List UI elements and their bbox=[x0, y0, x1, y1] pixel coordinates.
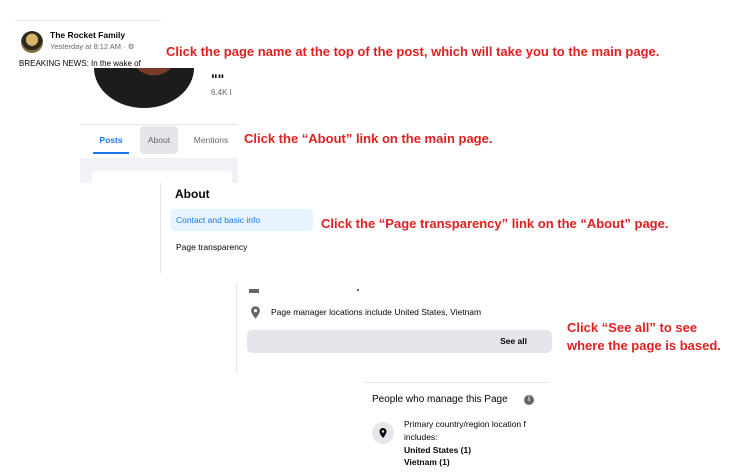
instruction-step-3-text: Click the “Page transparency” link on th… bbox=[321, 216, 669, 231]
instruction-step-2-text: Click the “About” link on the main page. bbox=[244, 131, 493, 146]
main-page-panel: "" 6.4K I Posts About Mentions bbox=[80, 68, 238, 183]
sidebar-item-page-transparency[interactable]: Page transparency bbox=[176, 242, 247, 252]
timestamp-text: Yesterday at 8:12 AM · bbox=[50, 42, 128, 51]
tab-posts[interactable]: Posts bbox=[93, 126, 129, 154]
page-name-link[interactable]: The Rocket Family bbox=[50, 30, 125, 40]
page-avatar[interactable] bbox=[21, 31, 43, 53]
about-sidebar-panel: About Contact and basic info Page transp… bbox=[160, 183, 317, 273]
globe-icon: ⚙ bbox=[127, 42, 135, 51]
primary-location-label: Primary country/region location f bbox=[404, 419, 526, 429]
instruction-step-1: Click the page name at the top of the po… bbox=[166, 44, 659, 59]
location-pin-icon bbox=[379, 428, 387, 438]
transparency-panel: Page manager locations include United St… bbox=[236, 283, 552, 373]
intro-card bbox=[92, 171, 232, 183]
partial-icon bbox=[249, 289, 259, 293]
managers-panel: People who manage this Page i Primary co… bbox=[364, 382, 549, 475]
instruction-step-2: Click the “About” link on the main page. bbox=[244, 131, 492, 146]
follower-count: 6.4K I bbox=[211, 88, 232, 97]
managers-heading: People who manage this Page bbox=[372, 394, 508, 405]
instruction-step-4: Click “See all” to see where the page is… bbox=[567, 319, 721, 355]
instruction-step-4-line-1: Click “See all” to see bbox=[567, 320, 698, 335]
info-icon[interactable]: i bbox=[524, 395, 534, 405]
manager-locations-text: Page manager locations include United St… bbox=[271, 307, 482, 317]
includes-label: includes: bbox=[404, 432, 438, 442]
post-snippet: BREAKING NEWS: In the wake of bbox=[19, 59, 141, 68]
location-united-states: United States (1) bbox=[404, 445, 472, 455]
sidebar-item-contact-info[interactable]: Contact and basic info bbox=[171, 209, 313, 231]
profile-picture[interactable] bbox=[94, 68, 194, 108]
divider bbox=[80, 124, 238, 125]
tab-mentions[interactable]: Mentions bbox=[186, 126, 236, 154]
instruction-step-1-text: Click the page name at the top of the po… bbox=[166, 44, 660, 59]
post-timestamp: Yesterday at 8:12 AM · ⚙ bbox=[50, 42, 134, 51]
instruction-step-4-line-2: where the page is based. bbox=[567, 338, 721, 353]
partial-text bbox=[357, 289, 359, 291]
location-pin-icon bbox=[251, 306, 260, 319]
instruction-step-3: Click the “Page transparency” link on th… bbox=[321, 216, 668, 231]
about-heading: About bbox=[175, 187, 210, 201]
location-icon-badge bbox=[372, 422, 394, 444]
tab-about[interactable]: About bbox=[140, 126, 178, 154]
page-title-fragment: "" bbox=[211, 71, 225, 87]
location-vietnam: Vietnam (1) bbox=[404, 457, 450, 467]
see-all-button[interactable]: See all bbox=[247, 330, 552, 353]
post-header-panel: The Rocket Family Yesterday at 8:12 AM ·… bbox=[15, 20, 161, 69]
